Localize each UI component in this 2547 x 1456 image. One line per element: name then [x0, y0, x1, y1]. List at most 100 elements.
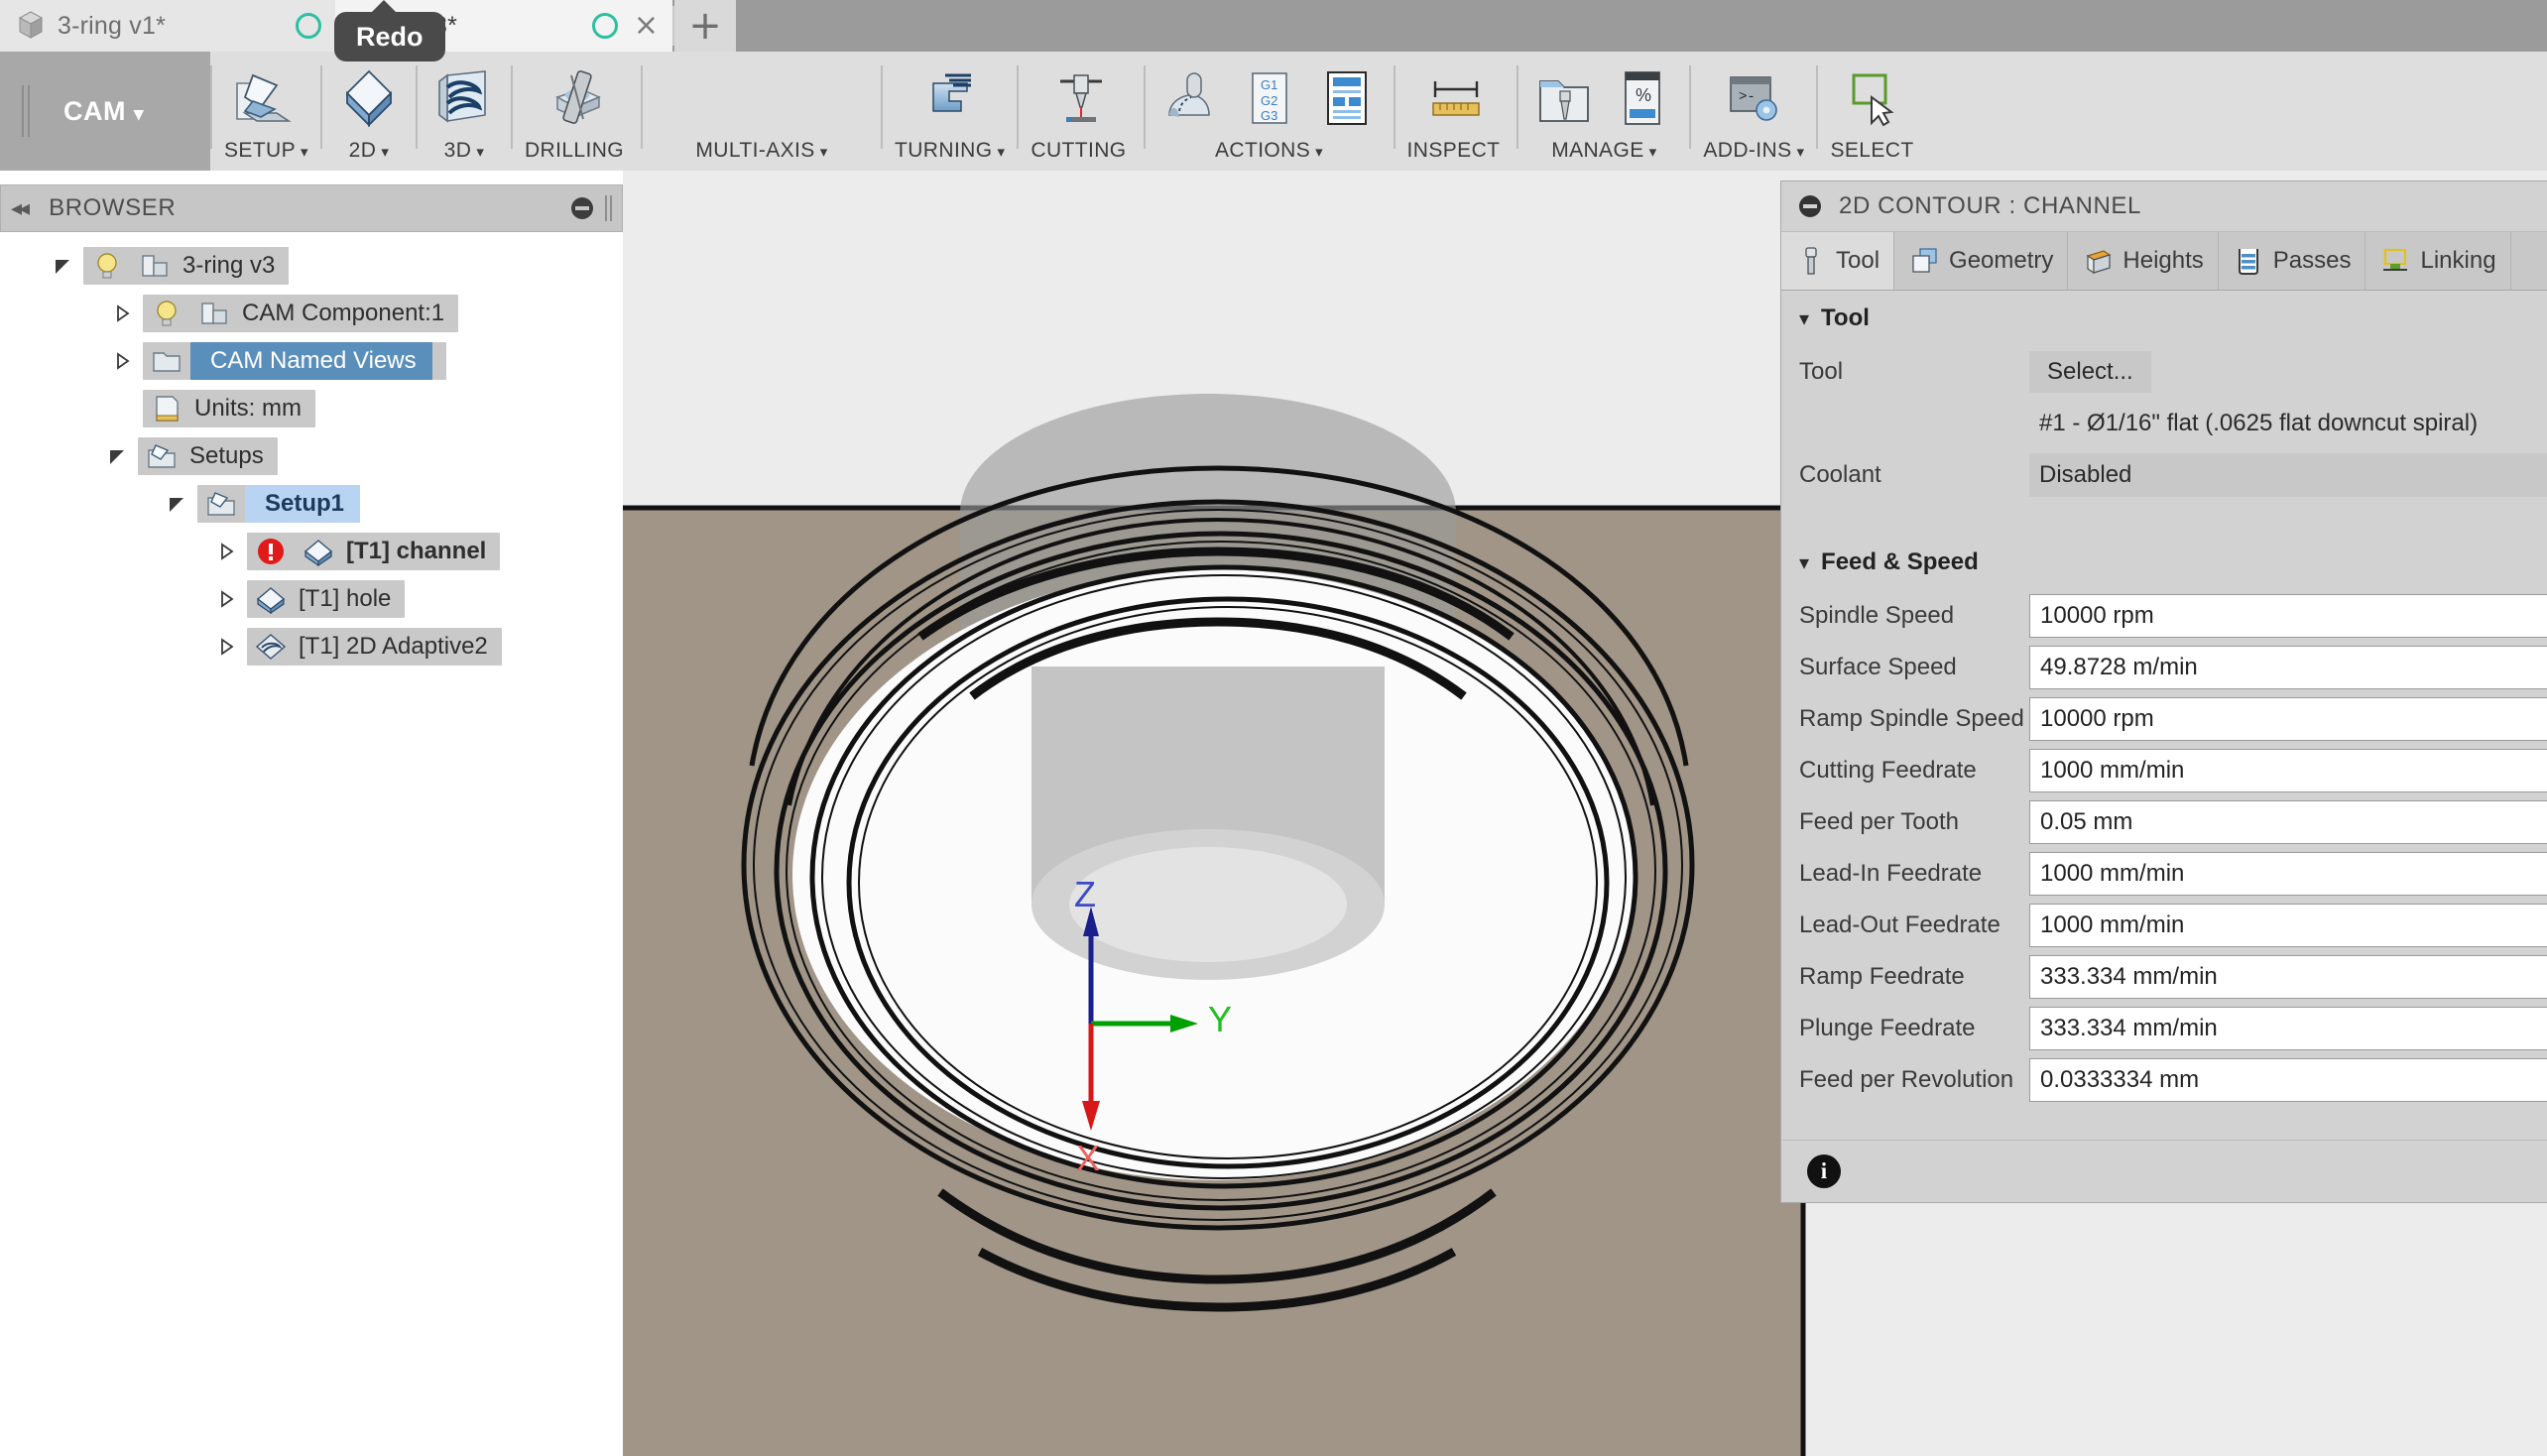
cloud-sync-icon-1[interactable]: [296, 13, 321, 39]
expand-arrow-collapsed-icon[interactable]: [109, 348, 135, 374]
property-label: Coolant: [1799, 461, 1881, 488]
property-row-tool: Tool Select...: [1781, 346, 2547, 398]
tree-item-3-ring-v3[interactable]: 3-ring v3: [0, 242, 623, 290]
cloud-sync-icon-2[interactable]: [591, 13, 618, 39]
drilling-icon[interactable]: [542, 67, 611, 129]
ribbon-group-inspect-label: INSPECT: [1406, 139, 1501, 162]
expand-arrow-collapsed-icon[interactable]: [213, 586, 239, 612]
expand-arrow-expanded-icon[interactable]: [104, 443, 130, 469]
tree-item-t1-hole[interactable]: [T1] hole: [0, 575, 623, 623]
section-header-tool[interactable]: ▾ Tool: [1781, 291, 2547, 346]
lead-in-feedrate-input[interactable]: 1000 mm/min: [2029, 852, 2547, 896]
cutting-feedrate-input[interactable]: 1000 mm/min: [2029, 749, 2547, 792]
ramp-feedrate-input[interactable]: 333.334 mm/min: [2029, 955, 2547, 999]
tree-item-t1-2d-adaptive2[interactable]: [T1] 2D Adaptive2: [0, 623, 623, 670]
ribbon-group-2d-label: 2D ▾: [348, 139, 390, 162]
property-row-tool-description: #1 - Ø1/16" flat (.0625 flat downcut spi…: [1781, 398, 2547, 449]
ribbon-group-3d-label: 3D ▾: [443, 139, 485, 162]
expand-arrow-expanded-icon[interactable]: [164, 491, 189, 517]
ribbon-group-add-ins[interactable]: >- ADD-INS ▾: [1691, 52, 1816, 171]
minimize-browser-icon[interactable]: [571, 197, 593, 219]
properties-title: 2D CONTOUR : CHANNEL: [1839, 192, 2141, 219]
browser-resize-grip[interactable]: [605, 195, 612, 221]
spindle-speed-input[interactable]: 10000 rpm: [2029, 594, 2547, 638]
section-header-feed-speed[interactable]: ▾ Feed & Speed: [1781, 535, 2547, 590]
select-cursor-icon[interactable]: [1840, 67, 1909, 129]
coolant-value[interactable]: Disabled: [2029, 453, 2547, 497]
tool-library-icon[interactable]: [1530, 67, 1600, 129]
document-tab-1-label: 3-ring v1*: [58, 11, 166, 40]
expand-arrow-collapsed-icon[interactable]: [213, 539, 239, 564]
simulate-icon[interactable]: [1157, 67, 1227, 129]
machining-time-icon[interactable]: %: [1608, 67, 1677, 129]
ribbon-group-inspect[interactable]: INSPECT: [1395, 52, 1517, 171]
tree-item-cam-component[interactable]: CAM Component:1: [0, 290, 623, 337]
ribbon-group-2d[interactable]: 2D ▾: [322, 52, 416, 171]
property-label: Surface Speed: [1799, 654, 1957, 680]
expand-arrow-collapsed-icon[interactable]: [213, 634, 239, 660]
ribbon-group-select[interactable]: SELECT: [1818, 52, 1930, 171]
lightbulb-icon[interactable]: [149, 298, 184, 329]
tab-heights-label: Heights: [2122, 247, 2204, 274]
tab-passes[interactable]: Passes: [2219, 232, 2366, 290]
plunge-feedrate-input[interactable]: 333.334 mm/min: [2029, 1007, 2547, 1050]
redo-tooltip-label: Redo: [356, 21, 424, 52]
tree-item-cam-named-views[interactable]: CAM Named Views: [0, 337, 623, 385]
turning-icon[interactable]: [915, 67, 985, 129]
ribbon-group-actions[interactable]: G1 G2 G3 ACTIONS ▾: [1146, 52, 1394, 171]
3d-milling-icon[interactable]: [429, 67, 499, 129]
browser-tree: 3-ring v3 CAM Component:1 CAM Named View…: [0, 232, 623, 670]
heights-tab-icon: [2087, 250, 2112, 275]
lead-out-feedrate-input[interactable]: 1000 mm/min: [2029, 904, 2547, 947]
workspace-switcher-cam[interactable]: CAM ▾: [0, 52, 210, 171]
minimize-properties-icon[interactable]: [1799, 195, 1821, 217]
tree-item-setups[interactable]: Setups: [0, 432, 623, 480]
new-tab-button[interactable]: +: [674, 0, 736, 52]
collapse-panel-icon[interactable]: ◂◂: [11, 196, 30, 221]
expand-arrow-expanded-icon[interactable]: [50, 253, 75, 279]
tab-linking[interactable]: Linking: [2365, 232, 2511, 290]
tree-label: [T1] channel: [346, 538, 487, 564]
cube-icon: [18, 11, 44, 39]
tree-item-t1-channel[interactable]: [T1] channel: [0, 528, 623, 575]
lightbulb-icon[interactable]: [89, 250, 125, 282]
feed-per-revolution-input[interactable]: 0.0333334 mm: [2029, 1058, 2547, 1102]
tree-item-setup1[interactable]: Setup1: [0, 480, 623, 528]
ribbon-group-manage[interactable]: % MANAGE ▾: [1518, 52, 1689, 171]
ribbon-group-cutting[interactable]: CUTTING: [1019, 52, 1143, 171]
document-tab-1[interactable]: 3-ring v1*: [0, 0, 335, 52]
setup-icon[interactable]: [231, 67, 301, 129]
setup-sheet-icon[interactable]: [1312, 67, 1382, 129]
linking-tab-icon: [2383, 248, 2408, 271]
scripts-addins-icon[interactable]: >-: [1719, 67, 1788, 129]
cutting-icon[interactable]: [1046, 67, 1116, 129]
ribbon-group-turning[interactable]: TURNING ▾: [883, 52, 1017, 171]
close-tab-icon[interactable]: ×: [634, 11, 659, 41]
ribbon-group-multi-axis[interactable]: MULTI-AXIS ▾: [643, 52, 881, 171]
section-spacer-bottom: [1781, 1106, 2547, 1140]
tab-geometry[interactable]: Geometry: [1894, 232, 2069, 290]
property-row-surface-speed: Surface Speed 49.8728 m/min: [1781, 642, 2547, 693]
surface-speed-input[interactable]: 49.8728 m/min: [2029, 646, 2547, 689]
property-label: Spindle Speed: [1799, 602, 1955, 629]
ramp-spindle-speed-input[interactable]: 10000 rpm: [2029, 697, 2547, 741]
tab-tool[interactable]: Tool: [1781, 232, 1895, 290]
tree-item-units[interactable]: Units: mm: [0, 385, 623, 432]
2d-milling-icon[interactable]: [334, 67, 404, 129]
ribbon-group-drilling[interactable]: DRILLING: [513, 52, 641, 171]
tool-select-button[interactable]: Select...: [2029, 351, 2151, 393]
property-label: Ramp Feedrate: [1799, 963, 1965, 990]
tree-label: Setups: [189, 442, 264, 469]
expand-arrow-collapsed-icon[interactable]: [109, 301, 135, 326]
ribbon-group-setup[interactable]: SETUP ▾: [212, 52, 320, 171]
tab-heights[interactable]: Heights: [2068, 232, 2219, 290]
ribbon-group-3d[interactable]: 3D ▾: [418, 52, 511, 171]
feed-per-tooth-input[interactable]: 0.05 mm: [2029, 800, 2547, 844]
gcode-icon[interactable]: G1 G2 G3: [1235, 67, 1304, 129]
section-caret-icon: ▾: [1799, 307, 1810, 330]
no-arrow-spacer: [109, 396, 135, 422]
property-row-ramp-spindle-speed: Ramp Spindle Speed 10000 rpm: [1781, 693, 2547, 745]
info-icon[interactable]: i: [1807, 1154, 1841, 1188]
measure-icon[interactable]: [1421, 67, 1491, 129]
